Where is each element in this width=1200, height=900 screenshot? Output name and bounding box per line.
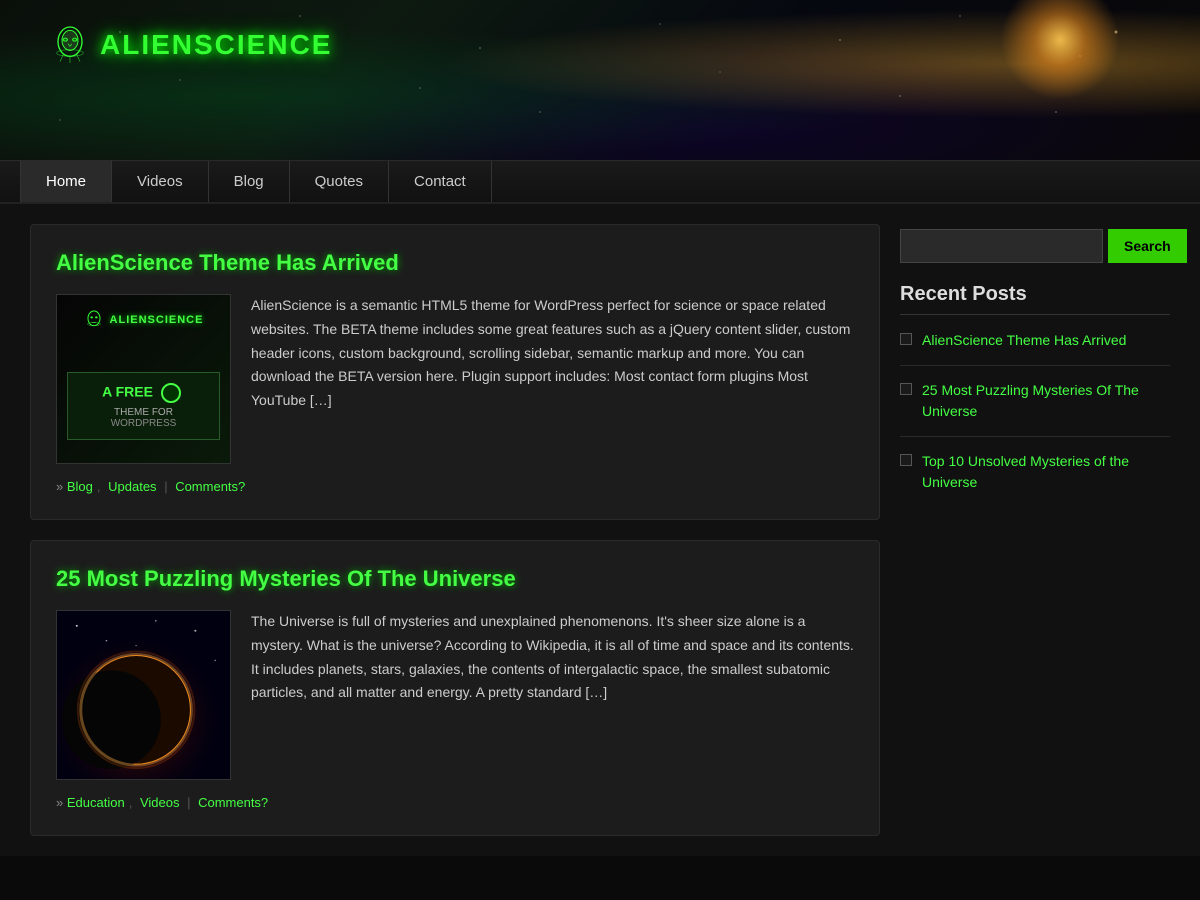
recent-post-link[interactable]: 25 Most Puzzling Mysteries Of The Univer… xyxy=(922,380,1170,422)
post-excerpt: The Universe is full of mysteries and un… xyxy=(251,610,854,780)
bullet-icon xyxy=(900,333,912,345)
post-thumbnail xyxy=(56,610,231,780)
nav-item-blog[interactable]: Blog xyxy=(209,161,290,202)
search-widget-container: Search xyxy=(900,224,1170,263)
alien-logo-icon xyxy=(50,25,90,65)
recent-posts-widget: Recent Posts AlienScience Theme Has Arri… xyxy=(900,283,1170,521)
comments-link[interactable]: Comments? xyxy=(175,479,245,494)
tag-blog[interactable]: Blog xyxy=(67,479,93,494)
thumb-logo-area: AlienScience xyxy=(84,310,204,330)
site-logo-text: AlienScience xyxy=(100,29,332,61)
search-button[interactable]: Search xyxy=(1108,229,1187,263)
content-area: AlienScience Theme Has Arrived AlienScie… xyxy=(30,224,880,836)
meta-separator: | xyxy=(187,795,194,810)
post-card: AlienScience Theme Has Arrived AlienScie… xyxy=(30,224,880,520)
meta-prefix: » xyxy=(56,795,63,810)
bullet-icon xyxy=(900,454,912,466)
recent-post-link[interactable]: Top 10 Unsolved Mysteries of the Univers… xyxy=(922,451,1170,493)
wp-circle-icon xyxy=(161,383,181,403)
nav-item-videos[interactable]: Videos xyxy=(112,161,209,202)
post-thumbnail: AlienScience A FREE THEME FOR WORDPRESS xyxy=(56,294,231,464)
comments-link[interactable]: Comments? xyxy=(198,795,268,810)
post-meta: » Education, Videos | Comments? xyxy=(56,795,854,810)
logo-area[interactable]: AlienScience xyxy=(50,25,332,65)
bullet-icon xyxy=(900,383,912,395)
recent-post-item: 25 Most Puzzling Mysteries Of The Univer… xyxy=(900,380,1170,437)
tag-separator: , xyxy=(129,795,133,810)
main-container: AlienScience Theme Has Arrived AlienScie… xyxy=(0,204,1200,856)
recent-post-item: Top 10 Unsolved Mysteries of the Univers… xyxy=(900,451,1170,507)
nav-item-contact[interactable]: Contact xyxy=(389,161,492,202)
post-body: AlienScience A FREE THEME FOR WORDPRESS … xyxy=(56,294,854,464)
sidebar: Search Recent Posts AlienScience Theme H… xyxy=(900,224,1170,836)
thumb-free-text: A FREE xyxy=(78,383,209,403)
nav-item-quotes[interactable]: Quotes xyxy=(290,161,389,202)
nav-item-home[interactable]: Home xyxy=(20,161,112,202)
post-body: The Universe is full of mysteries and un… xyxy=(56,610,854,780)
thumb-wordpress: WORDPRESS xyxy=(78,418,209,429)
meta-prefix: » xyxy=(56,479,63,494)
tag-updates[interactable]: Updates xyxy=(108,479,156,494)
meta-separator: | xyxy=(164,479,171,494)
thumb-theme-for: THEME FOR xyxy=(78,407,209,418)
thumb-alien-icon xyxy=(84,310,104,330)
recent-post-link[interactable]: AlienScience Theme Has Arrived xyxy=(922,330,1126,351)
main-navigation: Home Videos Blog Quotes Contact xyxy=(0,160,1200,204)
search-widget: Search xyxy=(900,229,1170,263)
tag-videos[interactable]: Videos xyxy=(140,795,180,810)
thumb-free-banner: A FREE THEME FOR WORDPRESS xyxy=(67,372,220,440)
site-header: AlienScience xyxy=(0,0,1200,160)
tag-education[interactable]: Education xyxy=(67,795,125,810)
universe-image xyxy=(56,611,231,779)
post-title[interactable]: AlienScience Theme Has Arrived xyxy=(56,250,854,276)
recent-posts-title: Recent Posts xyxy=(900,283,1170,315)
recent-post-item: AlienScience Theme Has Arrived xyxy=(900,330,1170,366)
thumb-logo-text: AlienScience xyxy=(110,314,204,326)
search-input[interactable] xyxy=(900,229,1103,263)
post-card: 25 Most Puzzling Mysteries Of The Univer… xyxy=(30,540,880,836)
post-title[interactable]: 25 Most Puzzling Mysteries Of The Univer… xyxy=(56,566,854,592)
post-meta: » Blog, Updates | Comments? xyxy=(56,479,854,494)
tag-separator: , xyxy=(97,479,101,494)
post-excerpt: AlienScience is a semantic HTML5 theme f… xyxy=(251,294,854,464)
